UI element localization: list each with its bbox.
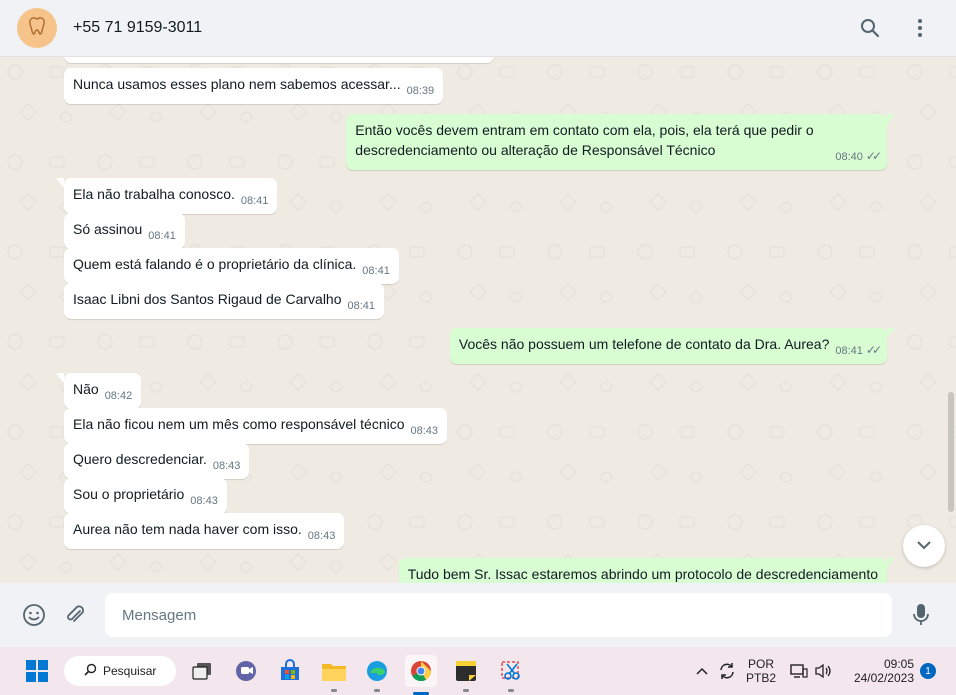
message-text-line2: descredenciamento ou alteração de Respon… — [355, 142, 716, 158]
snipping-tool-icon[interactable] — [495, 655, 527, 687]
message-time: 08:41 — [240, 195, 269, 207]
windows-taskbar: Pesquisar POR PTB2 09:05 24/02/2023 1 — [0, 647, 956, 695]
message-incoming[interactable]: Ela não trabalha conosco. 08:41 — [56, 178, 278, 214]
message-text: Nunca usamos esses plano nem sabemos ace… — [73, 76, 401, 92]
message-time: 08:41 — [835, 345, 863, 357]
scroll-to-bottom-button[interactable] — [903, 525, 945, 567]
sticky-notes-icon[interactable] — [450, 655, 482, 687]
bubble-tail — [887, 114, 895, 124]
message-text: Sou o proprietário — [73, 486, 185, 502]
edge-icon[interactable] — [361, 655, 393, 687]
message-incoming[interactable]: Aurea não tem nada haver com isso. 08:43 — [64, 513, 345, 549]
message-time: 08:41 — [347, 300, 376, 312]
running-indicator — [331, 689, 337, 692]
message-time: 08:41 — [362, 265, 390, 277]
clock[interactable]: 09:05 24/02/2023 — [842, 657, 914, 685]
bubble-tail — [887, 558, 895, 568]
message-time: 08:39 — [406, 85, 435, 97]
message-text: Então vocês devem entram em contato com … — [355, 122, 814, 138]
bubble-tail — [887, 328, 895, 338]
message-text: Isaac Libni dos Santos Rigaud de Carvalh… — [73, 291, 342, 307]
message-outgoing[interactable]: Então vocês devem entram em contato com … — [346, 114, 895, 170]
taskbar-search[interactable]: Pesquisar — [64, 656, 176, 686]
more-vertical-icon[interactable] — [908, 16, 932, 40]
message-incoming[interactable]: Só assinou 08:41 — [64, 213, 185, 249]
message-bubble-cut — [64, 57, 494, 63]
network-icon[interactable] — [788, 655, 810, 687]
message-time: 08:43 — [307, 530, 336, 542]
contact-avatar[interactable] — [17, 8, 57, 48]
keyboard-layout: PTB2 — [745, 671, 776, 685]
message-text: Não — [73, 381, 99, 397]
tooth-icon — [26, 15, 48, 42]
running-indicator — [463, 689, 469, 692]
double-check-icon: ✓✓ — [865, 149, 882, 163]
contact-name[interactable]: +55 71 9159-3011 — [73, 19, 202, 37]
search-icon — [84, 663, 97, 679]
message-time: 08:41 — [148, 230, 176, 242]
search-icon[interactable] — [858, 16, 882, 40]
teams-chat-icon[interactable] — [230, 655, 262, 687]
chevron-down-icon — [916, 537, 932, 555]
message-text: Ela não ficou nem um mês como responsáve… — [73, 416, 405, 432]
message-time: 08:42 — [104, 390, 133, 402]
language-code: POR — [747, 657, 774, 671]
clock-time: 09:05 — [883, 657, 914, 671]
message-text: Vocês não possuem um telefone de contato… — [458, 336, 830, 352]
microsoft-store-icon[interactable] — [274, 655, 306, 687]
message-input[interactable] — [105, 593, 892, 637]
file-explorer-icon[interactable] — [318, 655, 350, 687]
paperclip-icon[interactable] — [62, 602, 88, 628]
emoji-icon[interactable] — [21, 602, 47, 628]
message-incoming[interactable]: Ela não ficou nem um mês como responsáve… — [64, 408, 448, 444]
bubble-tail — [56, 373, 64, 383]
message-text: Aurea não tem nada haver com isso. — [73, 521, 302, 537]
chat-header: +55 71 9159-3011 — [0, 0, 956, 57]
message-outgoing[interactable]: Vocês não possuem um telefone de contato… — [449, 328, 895, 364]
notification-badge[interactable]: 1 — [920, 663, 936, 679]
bubble-tail — [56, 178, 64, 188]
clock-date: 24/02/2023 — [853, 671, 914, 685]
running-indicator — [374, 689, 380, 692]
sync-icon[interactable] — [714, 655, 740, 687]
message-outgoing[interactable]: Tudo bem Sr. Issac estaremos abrindo um … — [398, 558, 895, 583]
message-incoming[interactable]: Sou o proprietário 08:43 — [64, 478, 227, 514]
message-time: 08:43 — [212, 460, 241, 472]
volume-icon[interactable] — [812, 655, 834, 687]
running-indicator — [508, 689, 514, 692]
message-time: 08:40 — [835, 151, 863, 163]
message-text: Só assinou — [73, 221, 143, 237]
message-incoming[interactable]: Quero descredenciar. 08:43 — [64, 443, 250, 479]
double-check-icon: ✓✓ — [865, 343, 882, 357]
message-text: Tudo bem Sr. Issac estaremos abrindo um … — [407, 566, 878, 582]
message-incoming[interactable]: Quem está falando é o proprietário da cl… — [64, 248, 399, 284]
task-view-icon[interactable] — [186, 655, 218, 687]
microphone-icon[interactable] — [908, 602, 934, 628]
search-label: Pesquisar — [103, 664, 157, 678]
message-composer — [0, 583, 956, 647]
message-incoming[interactable]: Isaac Libni dos Santos Rigaud de Carvalh… — [64, 283, 385, 319]
message-text: Ela não trabalha conosco. — [73, 186, 235, 202]
chrome-icon[interactable] — [405, 655, 437, 687]
message-time: 08:43 — [190, 495, 218, 507]
scrollbar-thumb[interactable] — [948, 392, 954, 512]
message-text: Quem está falando é o proprietário da cl… — [73, 256, 357, 272]
input-language[interactable]: POR PTB2 — [744, 657, 778, 685]
message-incoming[interactable]: Não 08:42 — [56, 373, 142, 409]
chevron-up-icon[interactable] — [692, 655, 712, 687]
message-list[interactable]: Nunca usamos esses plano nem sabemos ace… — [0, 57, 956, 583]
message-text: Quero descredenciar. — [73, 451, 207, 467]
message-incoming[interactable]: Nunca usamos esses plano nem sabemos ace… — [64, 68, 444, 104]
windows-start-icon[interactable] — [21, 655, 53, 687]
message-time: 08:43 — [410, 425, 439, 437]
